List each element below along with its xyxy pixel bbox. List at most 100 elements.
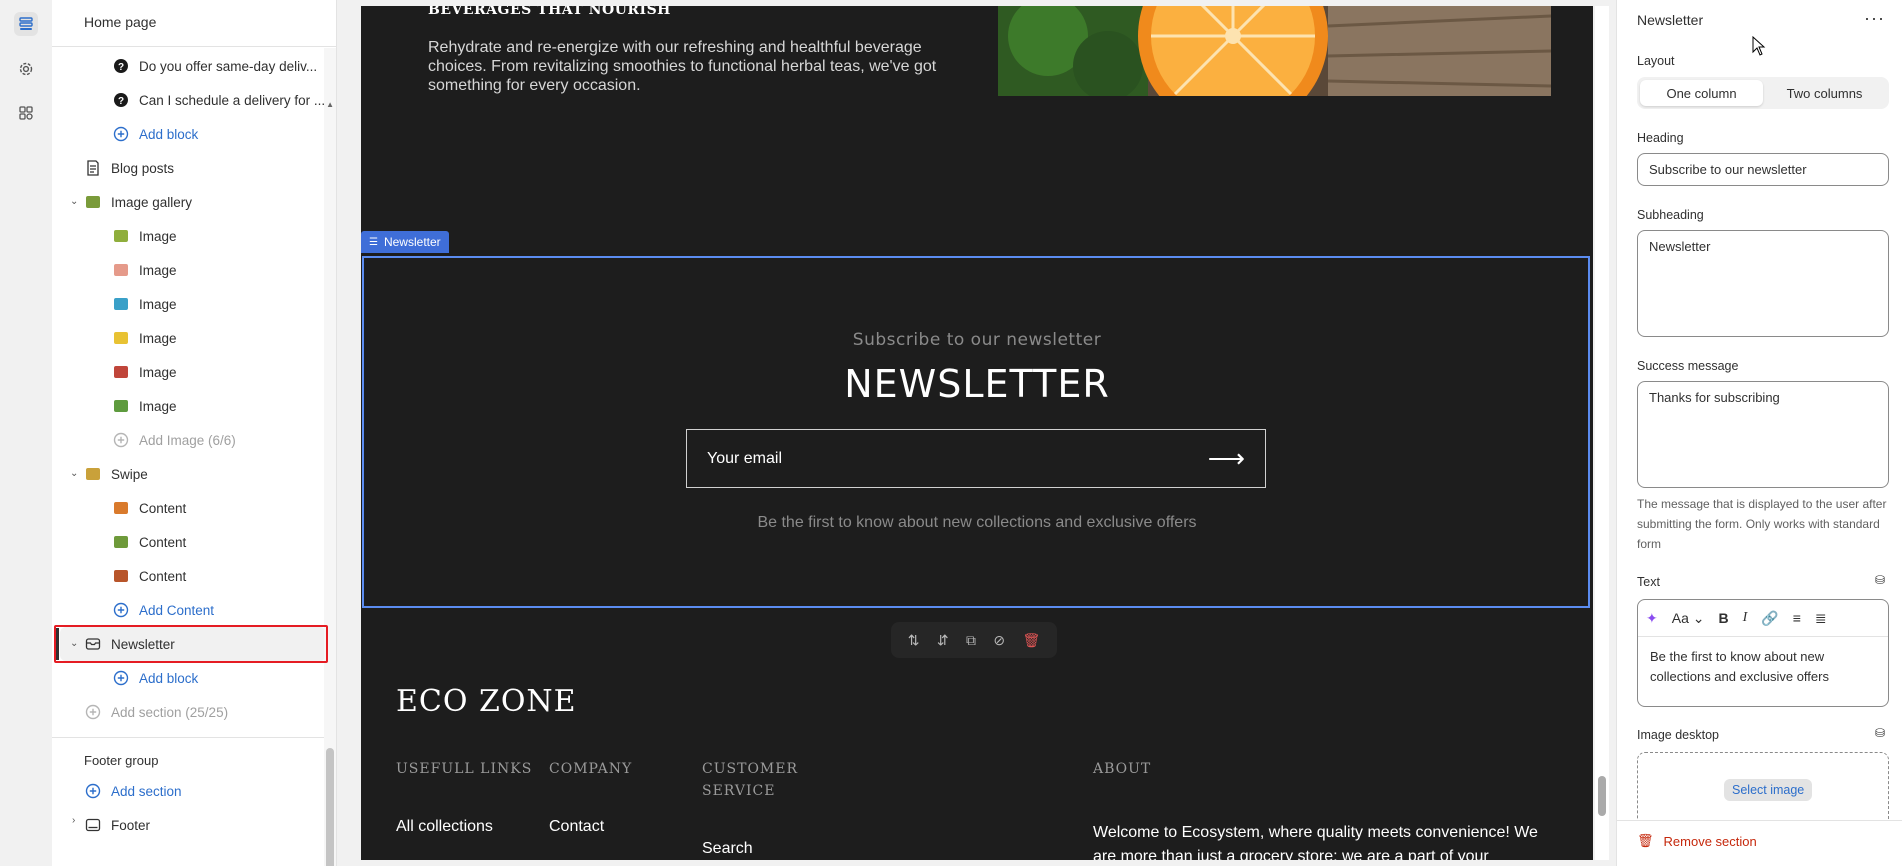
chevron-down-icon[interactable]: ⌄	[70, 196, 78, 207]
plus-circle-icon	[84, 703, 102, 721]
image-thumb-icon	[112, 227, 130, 245]
row-label: Add section	[111, 783, 182, 799]
gallery-thumb-icon	[84, 193, 102, 211]
section-footer[interactable]: Footer	[84, 810, 150, 840]
remove-section-label: Remove section	[1663, 833, 1757, 849]
footer-link-collections[interactable]: All collections	[396, 818, 493, 836]
success-help-text: The message that is displayed to the use…	[1637, 497, 1887, 551]
trash-icon[interactable]: 🗑	[1022, 632, 1040, 649]
block-image-2[interactable]: Image	[112, 255, 177, 285]
dynamic-source-icon[interactable]: ⛁	[1875, 573, 1885, 587]
panel-title: Newsletter	[1637, 12, 1704, 28]
row-label: Image	[139, 364, 177, 380]
row-label: Image	[139, 398, 177, 414]
group-divider	[52, 737, 324, 738]
footer-heading-company: COMPANY	[549, 761, 633, 777]
link-icon[interactable]: 🔗	[1761, 610, 1778, 627]
tree-header-divider	[52, 46, 336, 47]
scrollbar-thumb[interactable]	[1598, 776, 1606, 816]
bold-icon[interactable]: B	[1718, 610, 1728, 626]
gear-icon[interactable]	[14, 57, 38, 81]
panel-footer: 🗑 Remove section	[1617, 820, 1902, 866]
row-label: Image gallery	[111, 194, 193, 210]
more-options-icon[interactable]: ···	[1864, 8, 1885, 29]
row-label: Image	[139, 262, 177, 278]
add-block-button[interactable]: Add block	[112, 119, 198, 149]
page-title: Home page	[84, 14, 157, 30]
add-content-button[interactable]: Add Content	[112, 595, 214, 625]
select-image-button[interactable]: Select image	[1724, 779, 1813, 801]
footer-link-contact[interactable]: Contact	[549, 818, 604, 836]
image-thumb-icon	[112, 397, 130, 415]
section-swipe[interactable]: Swipe	[84, 459, 148, 489]
image-thumb-icon	[112, 363, 130, 381]
remove-section-button[interactable]: 🗑 Remove section	[1637, 833, 1757, 849]
apps-icon[interactable]	[14, 101, 38, 125]
footer-about-text: Welcome to Ecosystem, where quality meet…	[1093, 824, 1538, 860]
section-tag-icon: ☰	[369, 236, 378, 248]
footer-group-heading: Footer group	[84, 745, 158, 775]
layout-one-column[interactable]: One column	[1640, 80, 1763, 106]
move-up-icon[interactable]: ⇅	[908, 632, 920, 649]
content-thumb-icon	[112, 567, 130, 585]
settings-panel: Newsletter ··· Layout One column Two col…	[1616, 0, 1902, 866]
success-message-field[interactable]: Thanks for subscribing	[1637, 381, 1889, 488]
font-size-icon[interactable]: Aa ⌄	[1672, 610, 1705, 627]
heading-field[interactable]: Subscribe to our newsletter	[1637, 153, 1889, 186]
text-editor-content[interactable]: Be the first to know about new collectio…	[1638, 637, 1888, 697]
dynamic-source-icon[interactable]: ⛁	[1875, 726, 1885, 740]
move-down-icon[interactable]: ⇵	[937, 632, 949, 649]
trash-icon: 🗑	[1637, 833, 1654, 848]
add-image-button: Add Image (6/6)	[112, 425, 236, 455]
row-label: Add block	[139, 126, 199, 142]
block-faq-schedule[interactable]: ? Can I schedule a delivery for ...	[112, 85, 325, 115]
row-label: Can I schedule a delivery for ...	[139, 92, 326, 108]
block-image-5[interactable]: Image	[112, 357, 177, 387]
hide-icon[interactable]: ⊘	[993, 632, 1005, 649]
block-image-3[interactable]: Image	[112, 289, 177, 319]
success-label: Success message	[1637, 359, 1739, 373]
icon-rail	[0, 0, 53, 866]
orange-image	[998, 6, 1551, 96]
sections-icon[interactable]	[14, 12, 38, 36]
store-preview: BEVERAGES THAT NOURISH Rehydrate and re-…	[361, 6, 1593, 860]
footer-link-search[interactable]: Search	[702, 840, 753, 858]
duplicate-icon[interactable]: ⧉	[966, 632, 976, 649]
email-field[interactable]: Your email ⟶	[686, 429, 1266, 488]
chevron-right-icon[interactable]: ›	[72, 815, 75, 826]
selected-section-highlight	[54, 625, 328, 663]
scrollbar-thumb[interactable]	[326, 748, 334, 866]
add-section-button[interactable]: Add section	[84, 776, 182, 806]
mouse-cursor-icon	[1752, 36, 1766, 56]
row-label: Blog posts	[111, 160, 175, 176]
editor-toolbar: ✦ Aa ⌄ B I 🔗 ≡ ≣	[1638, 600, 1888, 637]
ai-sparkle-icon[interactable]: ✦	[1646, 610, 1658, 627]
row-label: Footer	[111, 817, 151, 833]
section-image-gallery[interactable]: Image gallery	[84, 187, 192, 217]
block-content-2[interactable]: Content	[112, 527, 186, 557]
scroll-up-icon[interactable]: ▲	[326, 100, 334, 109]
block-image-6[interactable]: Image	[112, 391, 177, 421]
chevron-down-icon[interactable]: ⌄	[70, 468, 78, 479]
block-image-4[interactable]: Image	[112, 323, 177, 353]
content-thumb-icon	[112, 533, 130, 551]
block-image-1[interactable]: Image	[112, 221, 177, 251]
arrow-right-icon[interactable]: ⟶	[1208, 443, 1245, 474]
preview-scrollbar[interactable]	[1595, 6, 1609, 860]
bullet-list-icon[interactable]: ≡	[1793, 610, 1801, 626]
layout-two-columns[interactable]: Two columns	[1763, 80, 1886, 106]
numbered-list-icon[interactable]: ≣	[1815, 610, 1827, 627]
italic-icon[interactable]: I	[1743, 610, 1748, 626]
plus-circle-icon	[112, 431, 130, 449]
row-label: Do you offer same-day deliv...	[139, 58, 318, 74]
plus-circle-icon	[84, 782, 102, 800]
add-block-button[interactable]: Add block	[112, 663, 198, 693]
block-faq-same-day[interactable]: ? Do you offer same-day deliv...	[112, 51, 317, 81]
section-tag[interactable]: ☰ Newsletter	[361, 231, 449, 253]
section-blog-posts[interactable]: Blog posts	[84, 153, 174, 183]
tree-scrollbar[interactable]: ▲ ▼	[324, 48, 336, 866]
footer-heading-links: USEFULL LINKS	[396, 761, 533, 777]
block-content-3[interactable]: Content	[112, 561, 186, 591]
subheading-field[interactable]: Newsletter	[1637, 230, 1889, 337]
block-content-1[interactable]: Content	[112, 493, 186, 523]
